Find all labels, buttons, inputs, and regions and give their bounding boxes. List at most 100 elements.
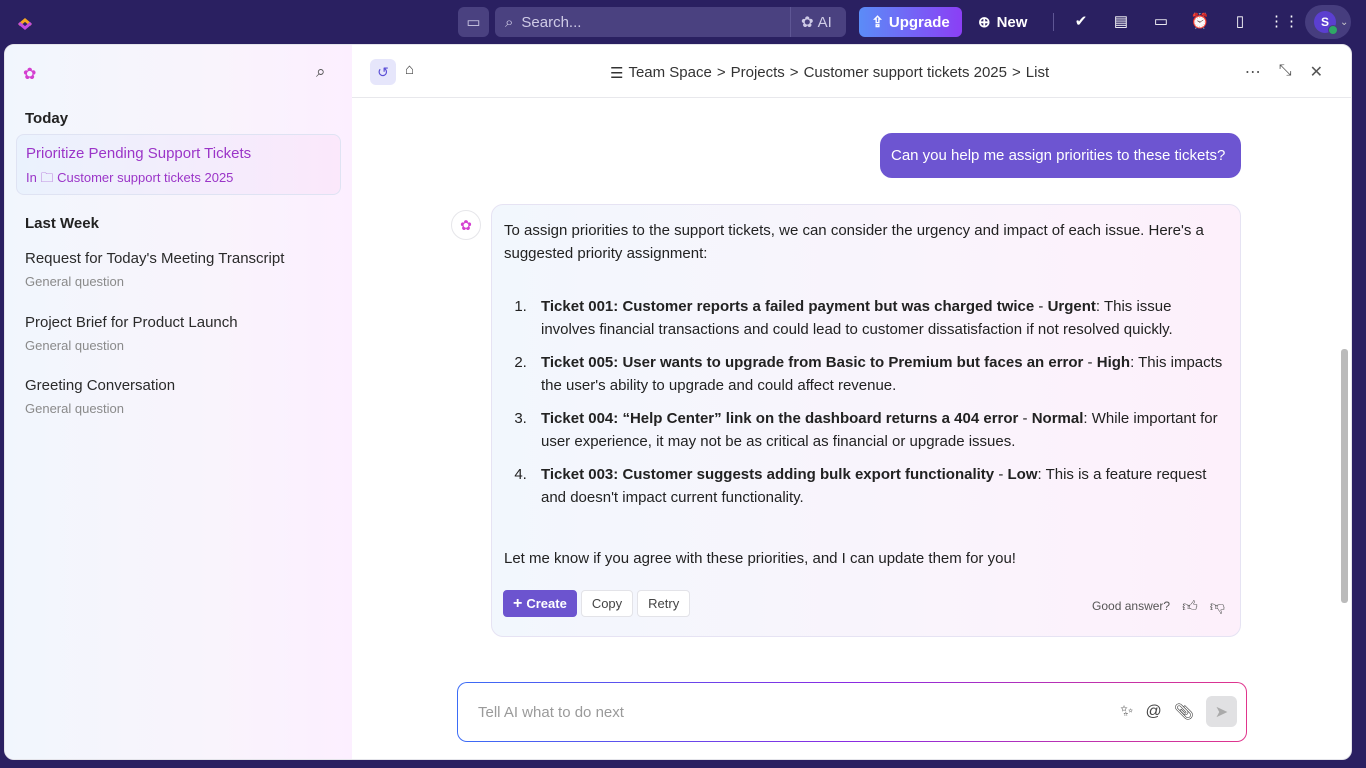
priority-label: Normal bbox=[1031, 410, 1084, 427]
breadcrumb: ☰ Team Space > Projects > Customer support… bbox=[610, 64, 1049, 82]
priority-label: High bbox=[1096, 354, 1131, 371]
search-placeholder: Search... bbox=[521, 13, 582, 31]
section-last-week: Last Week bbox=[25, 215, 99, 232]
breadcrumb-projects[interactable]: Projects bbox=[731, 64, 785, 82]
ai-avatar-icon: ✿ bbox=[451, 210, 481, 240]
chat-history-sidebar: ✿ ⌕ Today Prioritize Pending Support Tic… bbox=[5, 45, 352, 759]
apps-grid-icon[interactable]: ⋮⋮ bbox=[1269, 12, 1299, 30]
feedback-label: Good answer? bbox=[1092, 599, 1171, 613]
upgrade-label: Upgrade bbox=[888, 13, 950, 31]
chat-title: Greeting Conversation bbox=[25, 377, 176, 394]
chat-item[interactable]: Project Brief for Product Launch General … bbox=[25, 314, 345, 353]
response-intro: To assign priorities to the support tick… bbox=[504, 222, 1204, 262]
thumbs-down-icon[interactable]: 👎︎ bbox=[1210, 595, 1225, 618]
history-button[interactable]: ↺ bbox=[370, 59, 396, 85]
ai-label: AI bbox=[817, 13, 832, 31]
priority-item: Ticket 005: User wants to upgrade from B… bbox=[531, 351, 1228, 397]
ai-button[interactable]: ✿ AI bbox=[790, 7, 832, 37]
header-actions: ⋯ ⤡ ✕ bbox=[1245, 62, 1323, 82]
ticket-title: Ticket 005: User wants to upgrade from B… bbox=[541, 354, 1084, 371]
new-label: New bbox=[996, 13, 1028, 31]
calendar-button[interactable]: ▭ bbox=[458, 7, 489, 37]
chat-title: Prioritize Pending Support Tickets bbox=[26, 145, 252, 162]
breadcrumb-list[interactable]: List bbox=[1026, 64, 1049, 82]
search-bar[interactable]: ⌕ Search... ✿ AI bbox=[495, 7, 846, 37]
dash: - bbox=[1034, 298, 1048, 315]
collapse-icon[interactable]: ⤡ bbox=[1279, 62, 1292, 82]
priority-label: Urgent bbox=[1047, 298, 1096, 315]
section-today: Today bbox=[25, 110, 69, 127]
list-icon: ☰ bbox=[610, 65, 624, 82]
priority-list: Ticket 001: Customer reports a failed pa… bbox=[531, 295, 1228, 509]
upgrade-button[interactable]: ⇪ Upgrade bbox=[859, 7, 962, 37]
dash: - bbox=[1018, 410, 1032, 427]
history-icon: ↺ bbox=[377, 63, 389, 80]
ai-icon: ✿ bbox=[801, 14, 814, 31]
ai-brain-icon: ✿ bbox=[23, 66, 37, 83]
ticket-title: Ticket 001: Customer reports a failed pa… bbox=[541, 298, 1035, 315]
search-icon[interactable]: ⌕ bbox=[316, 62, 326, 82]
breadcrumb-separator: > bbox=[716, 64, 726, 81]
scrollbar[interactable] bbox=[1341, 349, 1348, 603]
chat-title: Request for Today's Meeting Transcript bbox=[25, 250, 285, 267]
video-icon[interactable]: ▭ bbox=[1151, 12, 1171, 30]
folder-icon: 🗀 bbox=[40, 170, 54, 185]
chat-item[interactable]: Greeting Conversation General question bbox=[25, 377, 345, 416]
close-icon[interactable]: ✕ bbox=[1310, 62, 1323, 82]
composer: Tell AI what to do next ✨︎ @ 📎︎ ➤ bbox=[457, 682, 1247, 742]
composer-placeholder: Tell AI what to do next bbox=[478, 703, 624, 721]
chat-subtitle: General question bbox=[25, 274, 125, 289]
alarm-clock-icon[interactable]: ⏰ bbox=[1190, 12, 1210, 30]
in-label: In bbox=[26, 170, 37, 185]
dash: - bbox=[1083, 354, 1097, 371]
feedback: Good answer? 👍︎ 👎︎ bbox=[1092, 595, 1225, 618]
breadcrumb-separator: > bbox=[789, 64, 799, 81]
ticket-title: Ticket 003: Customer suggests adding bul… bbox=[541, 466, 995, 483]
send-button[interactable]: ➤ bbox=[1206, 696, 1237, 727]
chevron-down-icon: ⌄ bbox=[1340, 16, 1349, 28]
upgrade-icon: ⇪ bbox=[871, 14, 884, 31]
app-logo[interactable] bbox=[16, 12, 34, 32]
user-menu[interactable]: S ⌄ bbox=[1305, 5, 1351, 39]
search-icon: ⌕ bbox=[505, 13, 514, 31]
more-icon[interactable]: ⋯ bbox=[1245, 62, 1261, 82]
ticket-title: Ticket 004: “Help Center” link on the da… bbox=[541, 410, 1019, 427]
user-message: Can you help me assign priorities to the… bbox=[880, 133, 1241, 178]
divider bbox=[1053, 13, 1054, 31]
location-label: Customer support tickets 2025 bbox=[57, 170, 234, 185]
ai-response: To assign priorities to the support tick… bbox=[491, 204, 1241, 637]
chat-location: In 🗀 Customer support tickets 2025 bbox=[26, 169, 331, 191]
chat-main: ↺ ⌂ ☰ Team Space > Projects > Customer sup… bbox=[352, 45, 1351, 759]
create-button[interactable]: + Create bbox=[503, 590, 577, 617]
magic-wand-icon[interactable]: ✨︎ bbox=[1120, 703, 1133, 721]
dash: - bbox=[994, 466, 1008, 483]
notepad-icon[interactable]: ▤ bbox=[1111, 12, 1131, 30]
breadcrumb-folder[interactable]: Customer support tickets 2025 bbox=[804, 64, 1007, 82]
chat-title: Project Brief for Product Launch bbox=[25, 314, 238, 331]
thumbs-up-icon[interactable]: 👍︎ bbox=[1182, 595, 1198, 618]
send-icon: ➤ bbox=[1214, 703, 1229, 721]
document-icon[interactable]: ▯ bbox=[1230, 12, 1250, 30]
avatar: S bbox=[1314, 11, 1338, 35]
breadcrumb-team-space[interactable]: Team Space bbox=[628, 64, 711, 82]
home-icon[interactable]: ⌂ bbox=[405, 61, 414, 78]
breadcrumb-separator: > bbox=[1012, 64, 1021, 81]
copy-button[interactable]: Copy bbox=[580, 590, 634, 617]
composer-input[interactable]: Tell AI what to do next ✨︎ @ 📎︎ ➤ bbox=[458, 683, 1246, 741]
chat-item[interactable]: Request for Today's Meeting Transcript Ge… bbox=[25, 250, 345, 289]
retry-button[interactable]: Retry bbox=[637, 590, 691, 617]
priority-item: Ticket 003: Customer suggests adding bul… bbox=[531, 463, 1228, 509]
plus-icon: + bbox=[513, 595, 523, 612]
check-circle-icon[interactable]: ✔ bbox=[1071, 12, 1091, 30]
chat-item-active[interactable]: Prioritize Pending Support Tickets In 🗀 … bbox=[16, 134, 341, 195]
new-button[interactable]: ⊕ New bbox=[978, 7, 1044, 37]
priority-item: Ticket 001: Customer reports a failed pa… bbox=[531, 295, 1228, 341]
mention-icon[interactable]: @ bbox=[1145, 703, 1161, 721]
chat-subtitle: General question bbox=[25, 401, 125, 416]
chat-header: ↺ ⌂ ☰ Team Space > Projects > Customer sup… bbox=[352, 45, 1351, 98]
response-closing: Let me know if you agree with these prio… bbox=[504, 550, 1016, 567]
composer-tools: ✨︎ @ 📎︎ ➤ bbox=[1120, 696, 1237, 727]
attachment-icon[interactable]: 📎︎ bbox=[1174, 702, 1194, 722]
create-label: Create bbox=[526, 596, 567, 611]
priority-label: Low bbox=[1007, 466, 1038, 483]
